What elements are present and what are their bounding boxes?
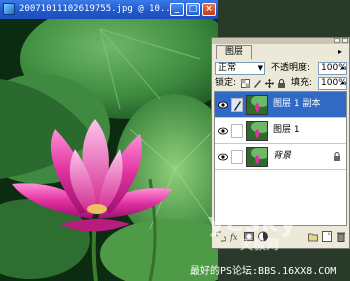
- lock-position-icon[interactable]: [265, 79, 274, 88]
- eye-icon[interactable]: [218, 152, 228, 162]
- layer-row[interactable]: 图层 1 副本: [215, 92, 346, 118]
- new-group-icon[interactable]: [308, 231, 318, 242]
- watermark-subtitle: 天极网: [240, 238, 280, 253]
- new-layer-icon[interactable]: [322, 231, 332, 242]
- layer-thumbnail: [246, 95, 268, 115]
- tab-layers[interactable]: 图层: [216, 45, 252, 59]
- eye-icon[interactable]: [218, 100, 228, 110]
- opacity-label: 不透明度:: [271, 63, 311, 73]
- lock-fill-row: 锁定: 填充: 100% ▸: [212, 77, 349, 90]
- layer-name: 图层 1 副本: [273, 99, 321, 109]
- layer-name: 图层 1: [273, 125, 300, 135]
- document-icon: [3, 3, 15, 15]
- layer-name: 背景: [273, 151, 292, 161]
- fill-label: 填充:: [291, 78, 313, 88]
- panel-menu-button[interactable]: ▸: [334, 46, 346, 57]
- document-title: 20071011102619755.jpg @ 10...: [19, 4, 177, 14]
- maximize-button[interactable]: □: [186, 3, 200, 16]
- layer-row[interactable]: 背景: [215, 144, 346, 170]
- lock-transparency-icon[interactable]: [241, 79, 250, 88]
- blend-mode-value: 正常: [218, 63, 237, 73]
- layers-list: 图层 1 副本 图层 1 背景: [214, 91, 347, 226]
- brush-icon[interactable]: [231, 98, 243, 112]
- eye-icon[interactable]: [218, 126, 228, 136]
- chevron-right-icon: ▸: [341, 64, 345, 72]
- panel-tab-row: 图层 ▸: [212, 44, 349, 60]
- panel-close-button[interactable]: [342, 38, 348, 43]
- forum-caption: 最好的PS论坛:BBS.16XX8.COM: [190, 266, 337, 277]
- lock-label: 锁定:: [215, 78, 237, 88]
- chevron-right-icon: ▸: [341, 79, 345, 87]
- layer-thumbnail: [246, 147, 268, 167]
- panel-minimize-button[interactable]: [334, 38, 340, 43]
- lock-all-icon[interactable]: [277, 79, 286, 88]
- blend-mode-select[interactable]: 正常 ▼: [215, 62, 265, 75]
- blend-opacity-row: 正常 ▼ 不透明度: 100% ▸: [212, 62, 349, 75]
- link-cell[interactable]: [231, 124, 243, 138]
- trash-icon[interactable]: [336, 231, 346, 242]
- opacity-field[interactable]: 100% ▸: [318, 62, 347, 75]
- chevron-down-icon: ▼: [257, 64, 263, 72]
- lock-brush-icon[interactable]: [253, 79, 262, 88]
- minimize-button[interactable]: _: [170, 3, 184, 16]
- close-button[interactable]: ×: [202, 3, 216, 16]
- layer-thumbnail: [246, 121, 268, 141]
- document-titlebar[interactable]: 20071011102619755.jpg @ 10... _ □ ×: [0, 0, 218, 19]
- lotus-photo: [0, 19, 218, 281]
- lotus-photo-canvas[interactable]: [0, 19, 218, 281]
- fill-field[interactable]: 100% ▸: [318, 77, 347, 90]
- link-cell[interactable]: [231, 150, 243, 164]
- document-window: 20071011102619755.jpg @ 10... _ □ ×: [0, 0, 218, 281]
- lock-icon: [334, 152, 340, 161]
- layer-row[interactable]: 图层 1: [215, 118, 346, 144]
